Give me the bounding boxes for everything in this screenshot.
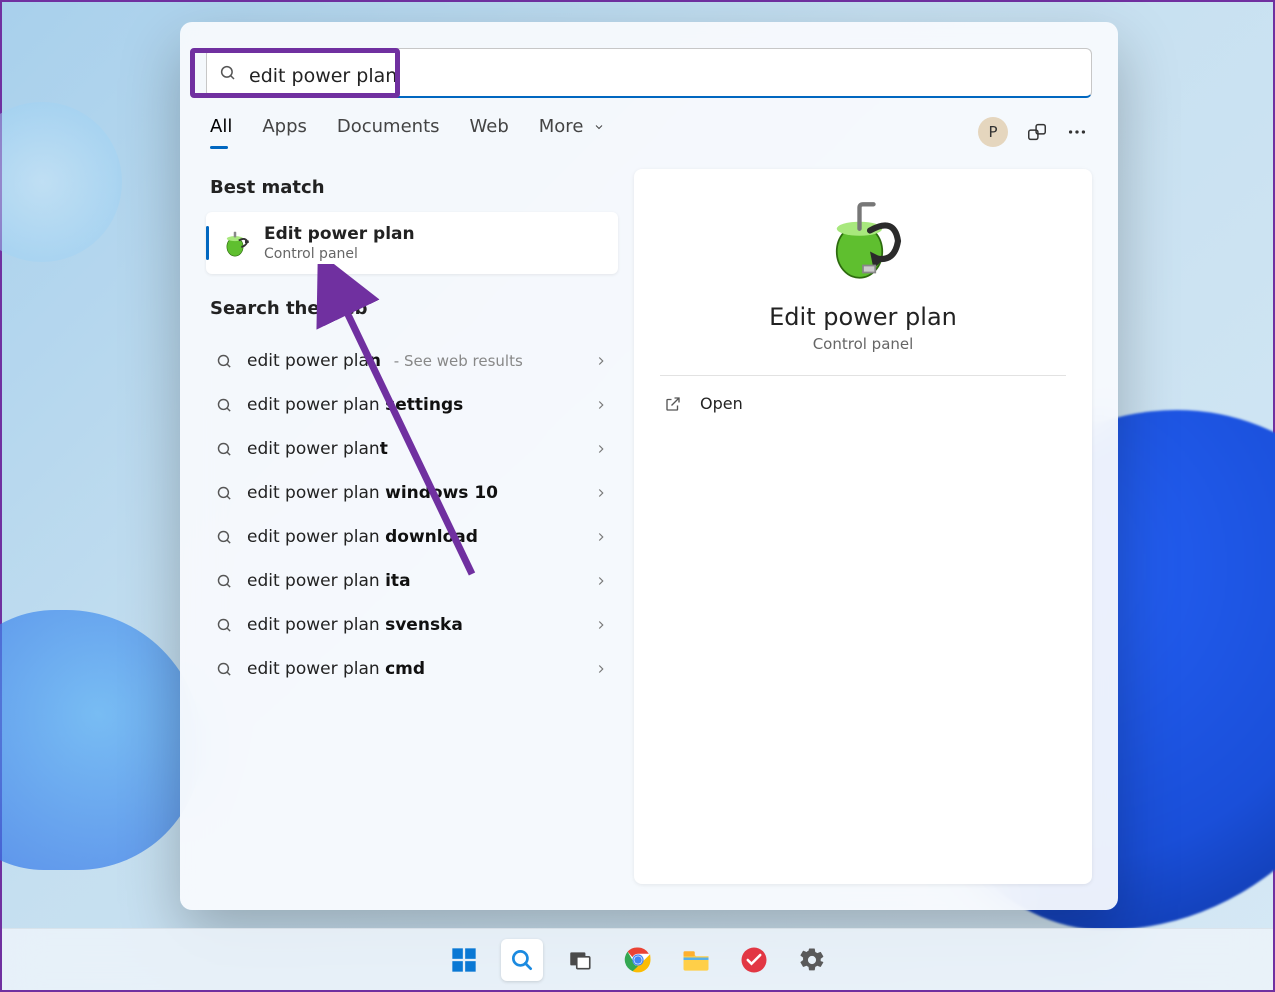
search-icon [216, 661, 233, 678]
web-result-text: edit power plan download [247, 527, 580, 547]
search-box[interactable]: edit power plan [206, 48, 1092, 98]
search-icon [219, 64, 237, 82]
search-input[interactable]: edit power plan [249, 58, 1079, 87]
best-match-result[interactable]: Edit power plan Control panel [206, 212, 618, 274]
preview-subtitle: Control panel [813, 335, 914, 353]
best-match-subtitle: Control panel [264, 246, 415, 262]
best-match-heading: Best match [210, 177, 618, 198]
chrome-button[interactable] [617, 939, 659, 981]
file-explorer-button[interactable] [675, 939, 717, 981]
search-icon [216, 441, 233, 458]
wallpaper-shape [0, 610, 202, 870]
rewards-icon[interactable] [1026, 121, 1048, 143]
chevron-right-icon [594, 574, 608, 588]
open-action[interactable]: Open [660, 376, 1066, 431]
tab-all[interactable]: All [210, 116, 232, 147]
web-result-text: edit power plan windows 10 [247, 483, 580, 503]
app-button-red[interactable] [733, 939, 775, 981]
user-avatar[interactable]: P [978, 117, 1008, 147]
web-result-item[interactable]: edit power plan svenska [206, 603, 618, 647]
web-result-item[interactable]: edit power plan windows 10 [206, 471, 618, 515]
settings-button[interactable] [791, 939, 833, 981]
preview-title: Edit power plan [769, 303, 957, 331]
search-icon [216, 573, 233, 590]
web-results-list: edit power plan - See web results edit p… [206, 339, 618, 691]
chevron-right-icon [594, 618, 608, 632]
tab-more[interactable]: More [539, 116, 605, 147]
web-result-text: edit power plan svenska [247, 615, 580, 635]
tab-documents[interactable]: Documents [337, 116, 440, 147]
search-icon [216, 617, 233, 634]
more-options-icon[interactable] [1066, 121, 1088, 143]
web-result-item[interactable]: edit power plan cmd [206, 647, 618, 691]
web-result-item[interactable]: edit power plan download [206, 515, 618, 559]
chevron-right-icon [594, 442, 608, 456]
power-plan-icon [220, 228, 250, 258]
chevron-right-icon [594, 486, 608, 500]
windows-search-panel: edit power plan All Apps Documents Web M… [180, 22, 1118, 910]
search-icon [216, 353, 233, 370]
best-match-title: Edit power plan [264, 224, 415, 244]
web-result-item[interactable]: edit power plan - See web results [206, 339, 618, 383]
tab-web[interactable]: Web [470, 116, 509, 147]
web-result-text: edit power plant [247, 439, 580, 459]
web-result-text: edit power plan ita [247, 571, 580, 591]
search-icon [216, 529, 233, 546]
power-plan-icon [821, 199, 905, 283]
search-icon [216, 397, 233, 414]
web-result-text: edit power plan settings [247, 395, 580, 415]
preview-pane: Edit power plan Control panel Open [634, 169, 1092, 884]
chevron-right-icon [594, 354, 608, 368]
search-web-heading: Search the web [210, 298, 618, 319]
chevron-right-icon [594, 530, 608, 544]
chevron-down-icon [593, 121, 605, 133]
web-result-text: edit power plan cmd [247, 659, 580, 679]
task-view-button[interactable] [559, 939, 601, 981]
search-icon [216, 485, 233, 502]
search-button[interactable] [501, 939, 543, 981]
open-label: Open [700, 394, 743, 413]
wallpaper-shape [0, 102, 122, 262]
web-result-item[interactable]: edit power plant [206, 427, 618, 471]
taskbar [2, 928, 1273, 990]
open-external-icon [664, 395, 682, 413]
filter-tabs: All Apps Documents Web More P [180, 98, 1118, 147]
tab-apps[interactable]: Apps [262, 116, 307, 147]
start-button[interactable] [443, 939, 485, 981]
chevron-right-icon [594, 398, 608, 412]
web-result-item[interactable]: edit power plan settings [206, 383, 618, 427]
web-result-text: edit power plan - See web results [247, 351, 580, 371]
web-result-item[interactable]: edit power plan ita [206, 559, 618, 603]
chevron-right-icon [594, 662, 608, 676]
